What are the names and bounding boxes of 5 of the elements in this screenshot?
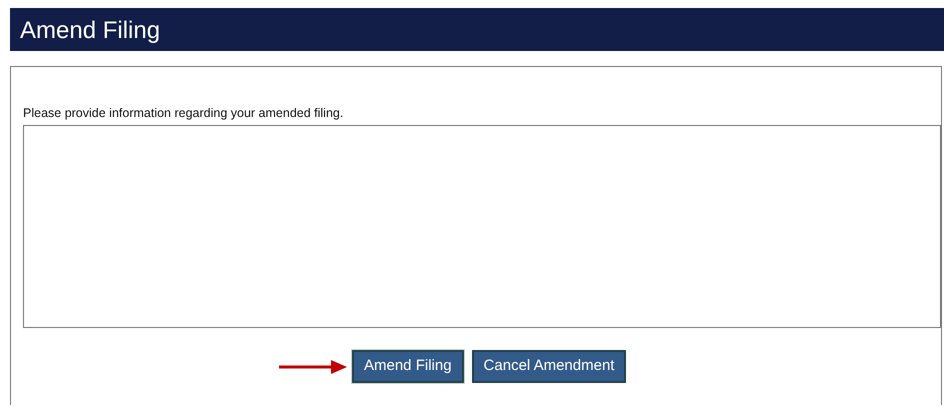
field-label: Please provide information regarding your amended filing. bbox=[23, 105, 344, 122]
text-area[interactable] bbox=[23, 125, 941, 328]
page-title: Amend Filing bbox=[20, 17, 160, 44]
cancel-button[interactable]: Cancel Amendment bbox=[472, 350, 626, 383]
amend-button[interactable]: Amend Filing bbox=[352, 350, 464, 383]
